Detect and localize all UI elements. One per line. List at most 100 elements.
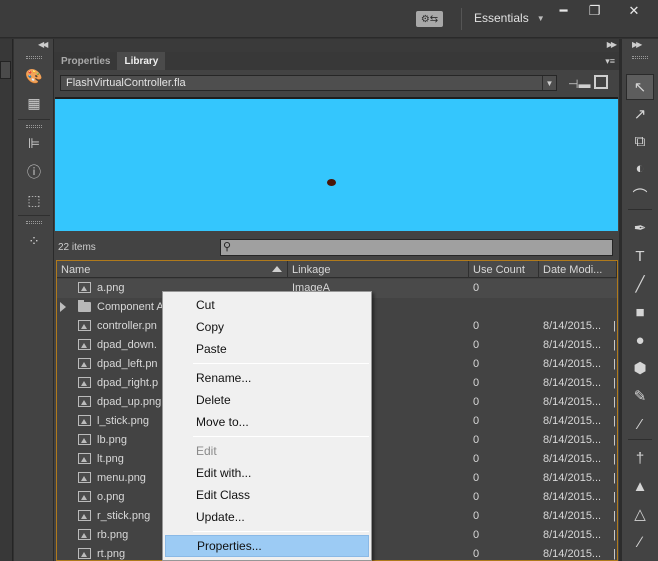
workspace-switcher[interactable]: Essentials ▼: [474, 11, 545, 25]
item-name: a.png: [97, 282, 125, 294]
restore-button[interactable]: ❐: [579, 0, 610, 22]
tab-library[interactable]: Library: [117, 52, 166, 70]
close-button[interactable]: ✕: [610, 0, 658, 22]
truncated-column-marker: |: [613, 358, 616, 370]
subselection-tool-icon[interactable]: ↗: [626, 101, 654, 127]
pen-tool-icon[interactable]: ✒: [626, 215, 654, 241]
panel-menu-icon[interactable]: ▾≡: [605, 56, 615, 67]
column-header-linkage[interactable]: Linkage: [288, 261, 469, 278]
item-use-count: 0: [473, 282, 480, 294]
bitmap-icon: [78, 415, 91, 426]
bitmap-icon: [78, 320, 91, 331]
new-library-panel-icon[interactable]: [594, 75, 608, 89]
item-use-count: 0: [473, 339, 480, 351]
window-controls: ━ ❐ ✕: [548, 0, 658, 22]
selection-tool-icon[interactable]: ↖: [626, 74, 654, 100]
bitmap-icon: [78, 548, 91, 559]
item-name: menu.png: [97, 472, 146, 484]
truncated-column-marker: |: [613, 472, 616, 484]
menu-item-edit-class[interactable]: Edit Class: [165, 484, 369, 506]
document-select[interactable]: FlashVirtualController.fla ▼: [60, 75, 557, 91]
sync-settings-button[interactable]: ⚙⇆: [416, 11, 443, 27]
3d-rotation-tool-icon[interactable]: ◐: [626, 155, 654, 181]
bone-tool-icon[interactable]: †: [626, 445, 654, 471]
tab-properties[interactable]: Properties: [54, 52, 118, 70]
align-icon[interactable]: ⊫: [24, 133, 44, 153]
info-icon[interactable]: ⓘ: [24, 162, 44, 182]
left-panel-strip: [0, 39, 13, 561]
line-tool-icon[interactable]: ╱: [626, 271, 654, 297]
text-tool-icon[interactable]: T: [626, 243, 654, 269]
collapse-right-icon[interactable]: ▶▶: [607, 40, 617, 49]
free-transform-tool-icon[interactable]: ⧉: [626, 128, 654, 154]
dock-grip[interactable]: [632, 56, 648, 59]
color-palette-icon[interactable]: 🎨: [24, 66, 44, 86]
pin-library-icon[interactable]: ⊣▬: [568, 77, 590, 91]
polystar-tool-icon[interactable]: ⬢: [626, 355, 654, 381]
menu-item-edit-with[interactable]: Edit with...: [165, 462, 369, 484]
truncated-column-marker: |: [613, 396, 616, 408]
menu-item-properties[interactable]: Properties...: [165, 535, 369, 557]
chevron-down-icon: ▼: [536, 13, 545, 23]
item-name: l_stick.png: [97, 415, 149, 427]
column-header-date-modified[interactable]: Date Modi...: [539, 261, 617, 278]
eyedropper-tool-icon[interactable]: ∕: [626, 529, 654, 555]
left-panel-handle[interactable]: [0, 61, 11, 79]
item-date-modified: 8/14/2015...: [543, 510, 602, 522]
dock-grip[interactable]: [26, 125, 42, 128]
paint-bucket-tool-icon[interactable]: ▲: [626, 473, 654, 499]
item-name: rb.png: [97, 529, 129, 541]
oval-tool-icon[interactable]: ●: [626, 327, 654, 353]
tool-separator: [628, 439, 652, 440]
list-header: Name Linkage Use Count Date Modi...: [57, 261, 617, 278]
column-header-use-count[interactable]: Use Count: [469, 261, 539, 278]
lasso-tool-icon[interactable]: ⌒: [626, 182, 654, 208]
menu-separator: [193, 436, 369, 437]
item-date-modified: 8/14/2015...: [543, 415, 602, 427]
item-use-count: 0: [473, 472, 480, 484]
brush-tool-icon[interactable]: ⁄: [626, 411, 654, 437]
menu-item-move-to[interactable]: Move to...: [165, 411, 369, 433]
truncated-column-marker: |: [613, 453, 616, 465]
library-search-input[interactable]: ⚲: [220, 239, 613, 256]
bitmap-icon: [78, 472, 91, 483]
expand-folder-icon[interactable]: [60, 302, 66, 312]
item-use-count: 0: [473, 491, 480, 503]
menu-item-cut[interactable]: Cut: [165, 294, 369, 316]
truncated-column-marker: |: [613, 339, 616, 351]
column-header-name[interactable]: Name: [57, 261, 288, 278]
dock-grip[interactable]: [26, 221, 42, 224]
truncated-column-marker: |: [613, 434, 616, 446]
search-icon: ⚲: [223, 241, 232, 253]
menu-item-rename[interactable]: Rename...: [165, 367, 369, 389]
truncated-column-marker: |: [613, 491, 616, 503]
ink-bottle-tool-icon[interactable]: △: [626, 501, 654, 527]
truncated-column-marker: |: [613, 529, 616, 541]
menu-item-delete[interactable]: Delete: [165, 389, 369, 411]
document-select-value: FlashVirtualController.fla: [66, 77, 186, 89]
menu-item-copy[interactable]: Copy: [165, 316, 369, 338]
collapse-left-icon[interactable]: ◀◀: [38, 40, 48, 49]
item-use-count: 0: [473, 434, 480, 446]
transform-icon[interactable]: ⬚: [24, 190, 44, 210]
item-use-count: 0: [473, 396, 480, 408]
pencil-tool-icon[interactable]: ✎: [626, 383, 654, 409]
menu-item-edit: Edit: [196, 444, 217, 458]
chevron-down-icon[interactable]: ▼: [542, 76, 556, 90]
dock-grip[interactable]: [26, 56, 42, 59]
expand-tools-icon[interactable]: ▶▶: [632, 40, 642, 49]
item-date-modified: 8/14/2015...: [543, 396, 602, 408]
panel-icon-dock: 🎨 ▦ ⊫ ⓘ ⬚ ⁘: [14, 39, 54, 561]
rectangle-tool-icon[interactable]: ■: [626, 299, 654, 325]
item-name: dpad_right.p: [97, 377, 159, 389]
swatches-grid-icon[interactable]: ▦: [24, 93, 44, 113]
item-date-modified: 8/14/2015...: [543, 377, 602, 389]
truncated-column-marker: |: [613, 548, 616, 560]
sync-settings-icon: ⚙⇆: [420, 13, 439, 25]
menu-item-paste[interactable]: Paste: [165, 338, 369, 360]
item-count: 22 items: [58, 242, 96, 253]
menu-separator: [193, 531, 369, 532]
minimize-button[interactable]: ━: [548, 0, 579, 22]
motion-presets-icon[interactable]: ⁘: [24, 231, 44, 251]
menu-item-update[interactable]: Update...: [165, 506, 369, 528]
